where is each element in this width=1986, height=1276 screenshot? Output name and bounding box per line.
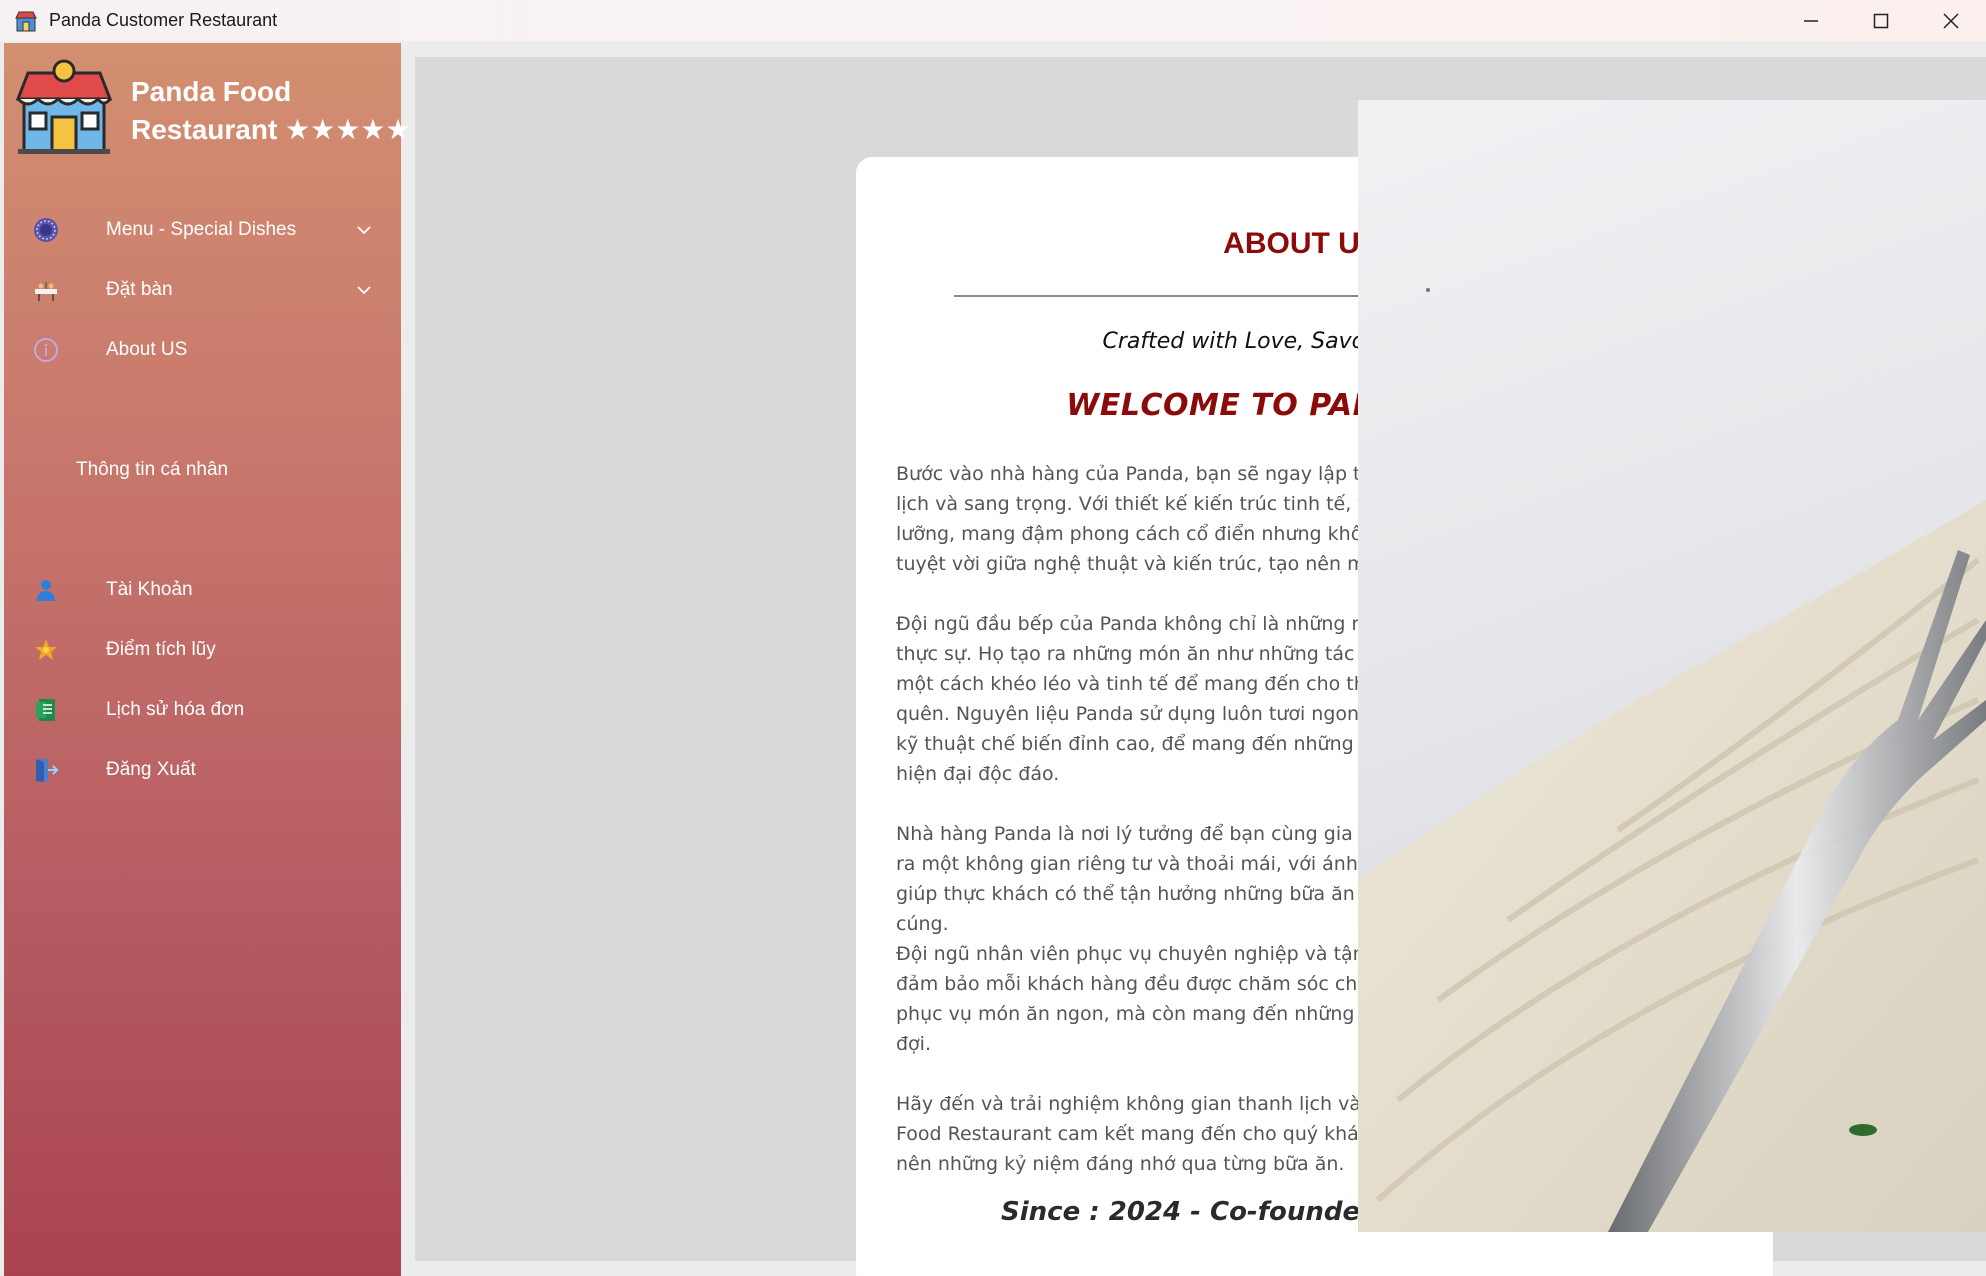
nav-item-diem-tich-luy[interactable]: Điểm tích lũy	[4, 625, 401, 675]
nav-item-label: Lịch sử hóa đơn	[106, 699, 245, 720]
nav-item-dat-ban[interactable]: Đặt bàn	[4, 265, 401, 315]
close-icon	[1943, 12, 1959, 29]
chevron-down-icon[interactable]	[354, 280, 374, 300]
nav-item-label: Đặt bàn	[106, 279, 173, 300]
sunflower-icon	[32, 216, 60, 244]
brand: Panda Food Restaurant ★★★★★	[14, 57, 411, 157]
user-icon	[32, 576, 60, 604]
brand-name: Panda Food Restaurant ★★★★★	[131, 76, 411, 145]
nav-item-dang-xuat[interactable]: Đăng Xuất	[4, 745, 401, 795]
info-icon	[32, 336, 60, 364]
fork-plate-photo	[1358, 100, 1986, 1232]
chevron-down-icon[interactable]	[354, 220, 374, 240]
dining-table-icon	[32, 276, 60, 304]
personal-info-section-label: Thông tin cá nhân	[76, 459, 229, 480]
receipt-icon	[32, 696, 60, 724]
maximize-icon	[1873, 13, 1889, 28]
nav-item-label: Tài Khoản	[106, 579, 193, 600]
minimize-icon	[1804, 19, 1818, 22]
nav-item-label: About US	[106, 339, 188, 360]
nav-item-label: Đăng Xuất	[106, 759, 196, 780]
sidebar: Panda Food Restaurant ★★★★★ Menu - Speci…	[4, 43, 411, 1276]
nav-item-menu[interactable]: Menu - Special Dishes	[4, 205, 401, 255]
logout-icon	[32, 756, 60, 784]
nav-item-label: Menu - Special Dishes	[106, 219, 297, 240]
maximize-button[interactable]	[1846, 0, 1916, 41]
restaurant-app-icon	[15, 10, 37, 32]
nav-item-lich-su-hoa-don[interactable]: Lịch sử hóa đơn	[4, 685, 401, 735]
nav-item-label: Điểm tích lũy	[106, 639, 216, 660]
nav-item-about-us[interactable]: About US	[4, 325, 401, 375]
window-title: Panda Customer Restaurant	[49, 10, 278, 30]
close-button[interactable]	[1916, 0, 1986, 41]
minimize-button[interactable]	[1776, 0, 1846, 41]
star-icon	[32, 636, 60, 664]
nav-item-tai-khoan[interactable]: Tài Khoản	[4, 565, 401, 615]
restaurant-logo-icon	[15, 59, 113, 154]
title-bar: Panda Customer Restaurant	[0, 0, 1986, 41]
fork-plate-image	[1358, 288, 1986, 1232]
